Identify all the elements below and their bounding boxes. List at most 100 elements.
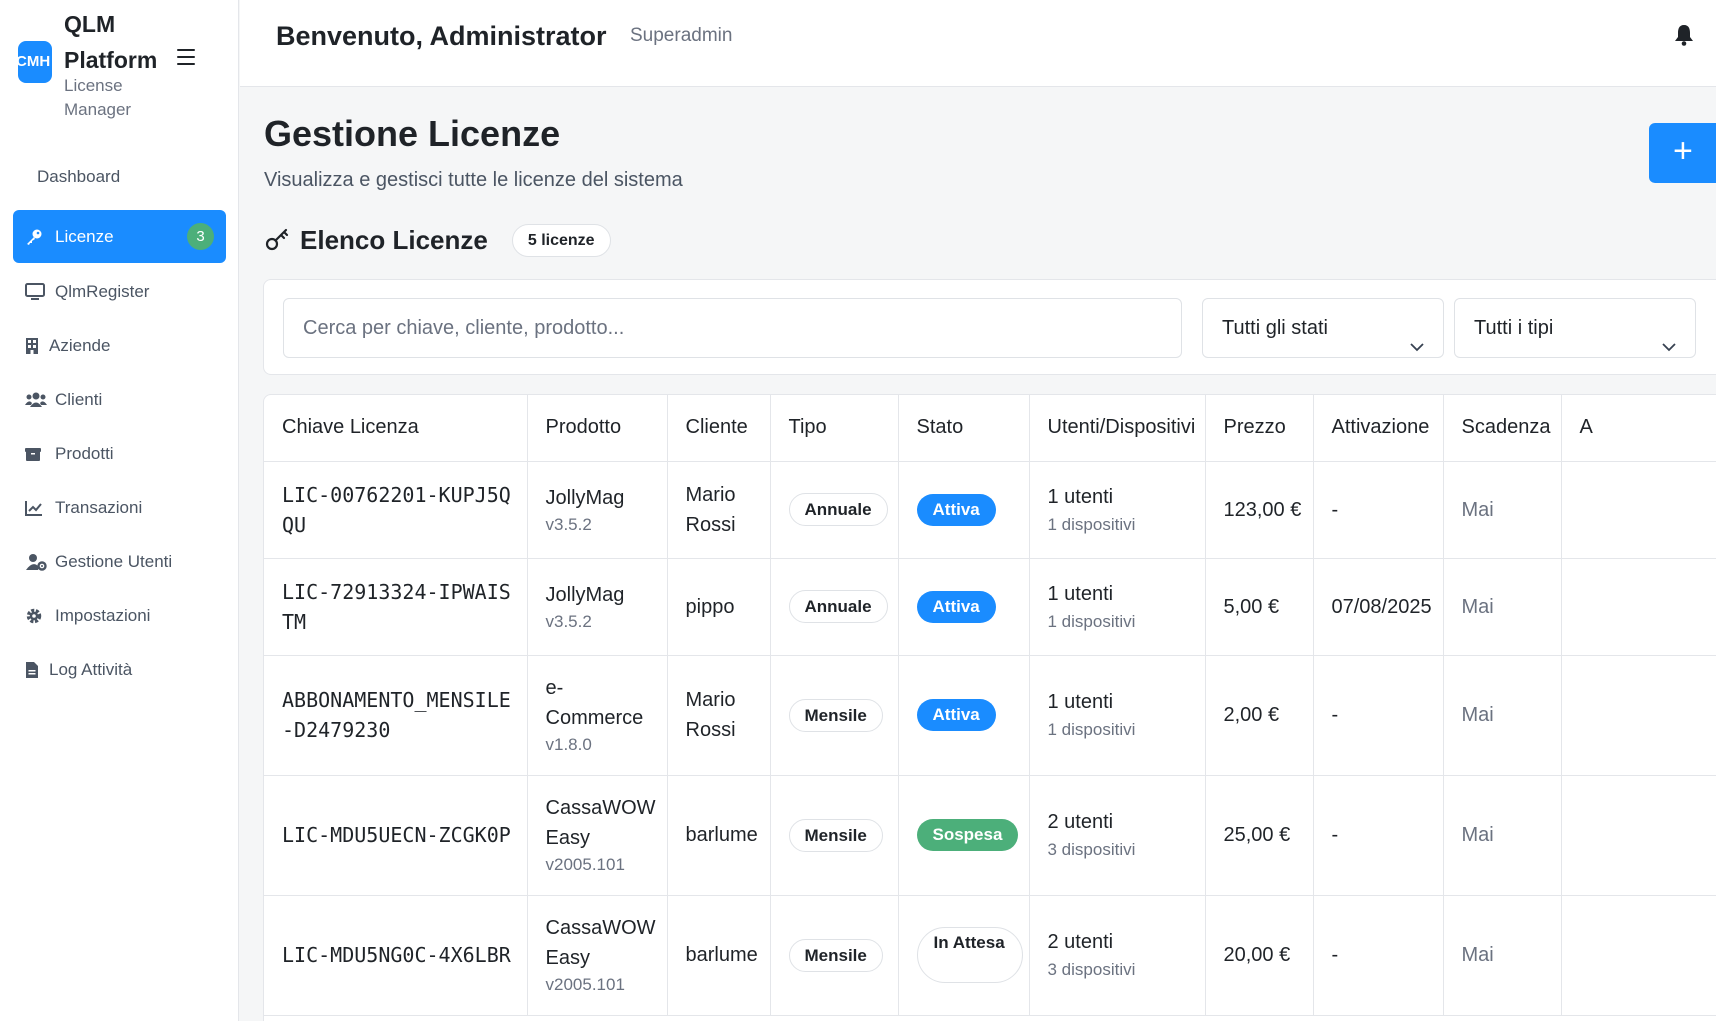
col-header-actions[interactable]: A bbox=[1561, 395, 1716, 462]
type-badge: Mensile bbox=[788, 818, 883, 852]
top-header: Benvenuto, Administrator Superadmin bbox=[240, 0, 1716, 87]
licenses-table-card: Chiave Licenza Prodotto Cliente Tipo Sta… bbox=[263, 394, 1716, 1021]
license-key: LIC-72913324-IPWAISTM bbox=[282, 579, 511, 634]
brand-logo: CMH bbox=[18, 41, 52, 83]
license-count-badge: 5 licenze bbox=[511, 223, 611, 257]
license-key: LIC-00762201-KUPJ5QQU bbox=[282, 482, 511, 537]
building-icon bbox=[25, 336, 43, 356]
user-role: Superadmin bbox=[630, 25, 733, 46]
type-filter-select[interactable]: Tutti i tipi bbox=[1454, 298, 1696, 358]
col-header-stato[interactable]: Stato bbox=[898, 395, 1030, 462]
users-icon bbox=[25, 390, 49, 410]
product-version: v2005.101 bbox=[545, 975, 625, 994]
chevron-down-icon bbox=[1409, 320, 1425, 352]
price: 25,00 € bbox=[1223, 824, 1291, 846]
sidebar-item-label: Licenze bbox=[55, 226, 114, 246]
brand-title: QLM Platform bbox=[64, 11, 158, 73]
activation-date: - bbox=[1331, 824, 1339, 846]
col-header-cliente[interactable]: Cliente bbox=[667, 395, 771, 462]
expiry-date: Mai bbox=[1461, 498, 1494, 521]
col-header-scadenza[interactable]: Scadenza bbox=[1443, 395, 1562, 462]
type-filter-value: Tutti i tipi bbox=[1474, 317, 1554, 339]
status-filter-value: Tutti gli stati bbox=[1222, 317, 1328, 339]
sidebar-item-gestione-utenti[interactable]: Gestione Utenti bbox=[13, 537, 226, 587]
col-header-chiave[interactable]: Chiave Licenza bbox=[264, 395, 528, 462]
bell-icon[interactable] bbox=[1674, 24, 1696, 48]
file-icon bbox=[25, 660, 43, 680]
client-name: barlume bbox=[685, 944, 758, 966]
status-filter-select[interactable]: Tutti gli stati bbox=[1202, 298, 1444, 358]
sidebar-item-dashboard[interactable]: Dashboard bbox=[13, 154, 226, 200]
table-row[interactable]: LIC-00762201-KUPJ5QQU JollyMag v3.5.2 Mar… bbox=[264, 461, 1716, 559]
row-actions[interactable] bbox=[1561, 558, 1716, 656]
sidebar-item-transazioni[interactable]: Transazioni bbox=[13, 483, 226, 533]
col-header-prezzo[interactable]: Prezzo bbox=[1205, 395, 1314, 462]
devices-count: 1 dispositivi bbox=[1047, 514, 1136, 534]
sidebar-item-impostazioni[interactable]: Impostazioni bbox=[13, 591, 226, 641]
col-header-attivazione[interactable]: Attivazione bbox=[1313, 395, 1444, 462]
menu-toggle-icon[interactable] bbox=[175, 48, 197, 66]
status-badge: Attiva bbox=[916, 590, 996, 623]
col-header-utenti[interactable]: Utenti/Dispositivi bbox=[1029, 395, 1206, 462]
sidebar-item-log-attivita[interactable]: Log Attività bbox=[13, 645, 226, 695]
status-badge: In Attesa bbox=[916, 927, 1023, 983]
type-badge: Annuale bbox=[788, 590, 888, 623]
type-badge: Mensile bbox=[788, 698, 883, 732]
price: 123,00 € bbox=[1223, 498, 1302, 521]
users-count: 1 utenti bbox=[1047, 582, 1114, 605]
product-version: v3.5.2 bbox=[545, 514, 592, 534]
row-actions[interactable] bbox=[1561, 461, 1716, 559]
sidebar-item-qlmregister[interactable]: QlmRegister bbox=[13, 267, 226, 317]
product-name: CassaWOW Easy bbox=[545, 917, 656, 969]
sidebar-item-aziende[interactable]: Aziende bbox=[13, 321, 226, 371]
sidebar-item-label: Gestione Utenti bbox=[55, 552, 173, 571]
chart-line-icon bbox=[25, 498, 49, 518]
sidebar-item-clienti[interactable]: Clienti bbox=[13, 375, 226, 425]
row-actions[interactable] bbox=[1561, 895, 1716, 1016]
brand[interactable]: CMH QLM Platform License Manager bbox=[18, 6, 228, 126]
expiry-date: Mai bbox=[1461, 944, 1494, 966]
search-input[interactable] bbox=[283, 298, 1182, 358]
expiry-date: Mai bbox=[1461, 595, 1494, 618]
row-actions[interactable] bbox=[1561, 775, 1716, 896]
product-version: v2005.101 bbox=[545, 855, 625, 874]
sidebar-nav: Dashboard Licenze 3 QlmRegister Aziende bbox=[13, 154, 226, 699]
sidebar-item-licenze[interactable]: Licenze 3 bbox=[13, 210, 226, 263]
table-row[interactable]: ABBONAMENTO_MENSILE-D2479230 e-Commerce v… bbox=[264, 655, 1716, 776]
key-outline-icon bbox=[264, 227, 290, 253]
table-header-row: Chiave Licenza Prodotto Cliente Tipo Sta… bbox=[264, 395, 1716, 462]
brand-subtitle: License Manager bbox=[64, 76, 132, 119]
list-title: Elenco Licenze bbox=[300, 225, 488, 255]
product-name: JollyMag bbox=[545, 486, 625, 509]
product-version: v3.5.2 bbox=[545, 611, 592, 631]
sidebar-item-prodotti[interactable]: Prodotti bbox=[13, 429, 226, 479]
gear-icon bbox=[25, 606, 49, 626]
price: 5,00 € bbox=[1223, 595, 1280, 618]
licenses-table: Chiave Licenza Prodotto Cliente Tipo Sta… bbox=[264, 395, 1716, 1016]
status-badge: Attiva bbox=[916, 699, 996, 731]
monitor-icon bbox=[25, 282, 49, 302]
activation-date: - bbox=[1331, 498, 1339, 521]
col-header-tipo[interactable]: Tipo bbox=[770, 395, 899, 462]
users-count: 1 utenti bbox=[1047, 485, 1114, 508]
row-actions[interactable] bbox=[1561, 655, 1716, 776]
sidebar-item-label: Dashboard bbox=[37, 167, 121, 186]
sidebar-item-label: Transazioni bbox=[55, 498, 143, 517]
activation-date: - bbox=[1331, 704, 1339, 726]
sidebar: CMH QLM Platform License Manager Dashboa… bbox=[0, 0, 239, 1021]
client-name: barlume bbox=[685, 824, 758, 846]
key-icon bbox=[25, 227, 49, 247]
col-header-prodotto[interactable]: Prodotto bbox=[527, 395, 668, 462]
table-row[interactable]: LIC-MDU5UECN-ZCGK0P CassaWOW Easy v2005.1… bbox=[264, 775, 1716, 896]
client-name: Mario Rossi bbox=[685, 483, 736, 536]
expiry-date: Mai bbox=[1461, 704, 1494, 726]
activation-date: - bbox=[1331, 944, 1339, 966]
table-row[interactable]: LIC-72913324-IPWAISTM JollyMag v3.5.2 pip… bbox=[264, 558, 1716, 656]
add-license-button[interactable]: + bbox=[1649, 123, 1716, 183]
product-name: JollyMag bbox=[545, 583, 625, 606]
box-icon bbox=[25, 444, 49, 464]
product-name: e-Commerce bbox=[545, 677, 644, 729]
sidebar-item-label: Clienti bbox=[55, 390, 103, 409]
expiry-date: Mai bbox=[1461, 824, 1494, 846]
table-row[interactable]: LIC-MDU5NG0C-4X6LBR CassaWOW Easy v2005.1… bbox=[264, 895, 1716, 1016]
